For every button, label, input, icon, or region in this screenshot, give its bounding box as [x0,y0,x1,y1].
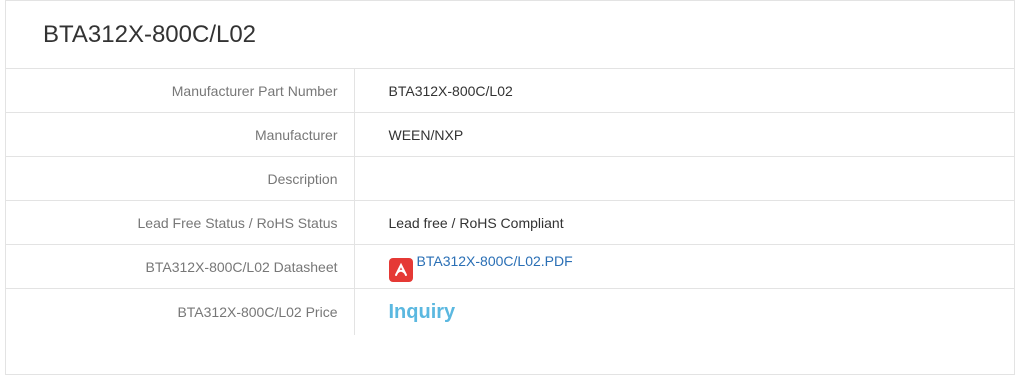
table-row: Manufacturer WEEN/NXP [6,112,1014,157]
datasheet-link-text: BTA312X-800C/L02.PDF [416,253,573,269]
table-row: Lead Free Status / RoHS Status Lead free… [6,200,1014,245]
row-label-part-number: Manufacturer Part Number [6,69,355,113]
datasheet-link[interactable]: BTA312X-800C/L02.PDF [388,253,573,282]
table-row: BTA312X-800C/L02 Price Inquiry [6,288,1014,336]
pdf-icon [388,258,413,282]
product-card: BTA312X-800C/L02 Manufacturer Part Numbe… [5,0,1015,375]
row-value-price: Inquiry [354,289,1014,336]
product-title: BTA312X-800C/L02 [6,1,1014,69]
row-label-rohs: Lead Free Status / RoHS Status [6,200,355,245]
row-label-datasheet: BTA312X-800C/L02 Datasheet [6,244,355,289]
row-label-price: BTA312X-800C/L02 Price [6,288,355,335]
inquiry-link[interactable]: Inquiry [389,301,456,323]
row-value-manufacturer: WEEN/NXP [354,112,1014,157]
row-value-datasheet: BTA312X-800C/L02.PDF [354,244,1014,289]
row-label-manufacturer: Manufacturer [6,112,355,157]
table-row: BTA312X-800C/L02 Datasheet BTA312X-800C/… [6,244,1014,289]
table-row: Description [6,156,1014,201]
row-value-part-number: BTA312X-800C/L02 [354,69,1014,113]
row-value-description [354,156,1014,201]
row-value-rohs: Lead free / RoHS Compliant [354,200,1014,245]
product-spec-table: Manufacturer Part Number BTA312X-800C/L0… [6,69,1014,335]
row-label-description: Description [6,156,355,201]
table-row: Manufacturer Part Number BTA312X-800C/L0… [6,69,1014,113]
